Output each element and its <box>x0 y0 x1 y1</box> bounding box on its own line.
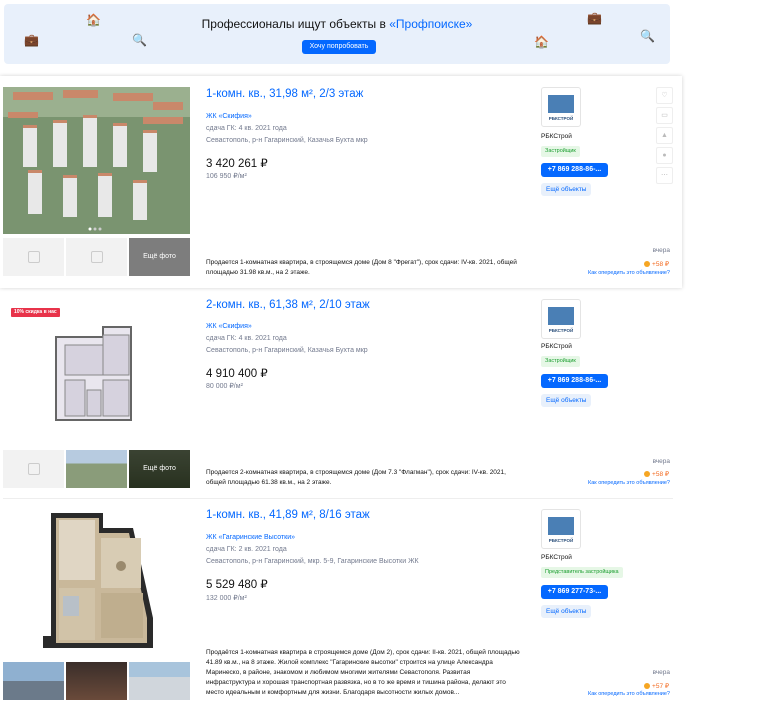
listing-photo[interactable] <box>3 87 190 234</box>
promo-banner: 💼 🏠 🔍 🏠 💼 🔍 Профессионалы ищут объекты в… <box>4 4 670 64</box>
auction-icon <box>644 471 651 478</box>
listing-photo[interactable] <box>3 305 190 445</box>
description: Продаётся 1-комнатная квартира в строяще… <box>206 649 520 696</box>
building-icon <box>548 307 574 325</box>
photo-thumb[interactable] <box>66 238 127 276</box>
deadline-text: сдача ГК: 4 кв. 2021 года <box>206 335 287 342</box>
auction-bet[interactable]: +58 ₽ <box>644 260 669 268</box>
action-icons: ♡ ▭ ▲ ● ⋯ <box>656 87 673 187</box>
photo-placeholder-icon <box>91 251 103 263</box>
listing-title[interactable]: 2-комн. кв., 61,38 м², 2/10 этаж <box>206 299 370 311</box>
agent-badge: Застройщик <box>541 356 580 367</box>
agent-logo[interactable]: РБКСТРОЙ <box>541 509 581 549</box>
howto-link[interactable]: Как опередить это объявление? <box>588 691 670 697</box>
divider <box>3 498 673 499</box>
phone-button[interactable]: +7 869 288-86-... <box>541 374 608 388</box>
price: 5 529 480 ₽ <box>206 579 268 591</box>
description: Продается 1-комнатная квартира, в строящ… <box>206 259 517 276</box>
listing-title[interactable]: 1-комн. кв., 31,98 м², 2/3 этаж <box>206 88 363 100</box>
agent-logo[interactable]: РБКСТРОЙ <box>541 87 581 127</box>
price: 4 910 400 ₽ <box>206 368 268 380</box>
pin-icon[interactable]: ● <box>656 147 673 164</box>
price-per-sqm: 106 950 ₽/м² <box>206 173 247 180</box>
auction-bet[interactable]: +57 ₽ <box>644 682 669 690</box>
house-icon: 🏠 <box>534 35 549 49</box>
heart-icon[interactable]: ♡ <box>656 87 673 104</box>
listing-date: вчера <box>652 458 670 465</box>
photo-placeholder-icon <box>28 463 40 475</box>
agent-name[interactable]: РБКСтрой <box>541 133 572 140</box>
listing-card[interactable]: Ещё фото 1-комн. кв., 31,98 м², 2/3 этаж… <box>0 76 682 288</box>
building-icon <box>548 95 574 113</box>
complex-link[interactable]: ЖК «Гагаринские Высотки» <box>206 534 295 541</box>
address-text[interactable]: Севастополь, р-н Гагаринский, Казачья Бу… <box>206 137 368 144</box>
phone-button[interactable]: +7 869 288-86-... <box>541 163 608 177</box>
deadline-text: сдача ГК: 2 кв. 2021 года <box>206 546 287 553</box>
deadline-text: сдача ГК: 4 кв. 2021 года <box>206 125 287 132</box>
magnifier-icon: 🔍 <box>640 29 655 43</box>
phone-button[interactable]: +7 869 277-73-... <box>541 585 608 599</box>
photo-thumb[interactable] <box>129 662 190 700</box>
howto-link[interactable]: Как опередить это объявление? <box>588 270 670 276</box>
listing-title[interactable]: 1-комн. кв., 41,89 м², 8/16 этаж <box>206 509 370 521</box>
auction-icon <box>644 261 651 268</box>
description: Продается 2-комнатная квартира, в строящ… <box>206 469 506 486</box>
listing-date: вчера <box>652 247 670 254</box>
howto-link[interactable]: Как опередить это объявление? <box>588 480 670 486</box>
photo-thumb[interactable] <box>66 450 127 488</box>
agent-name[interactable]: РБКСтрой <box>541 343 572 350</box>
magnifier-icon: 🔍 <box>132 33 147 47</box>
more-objects-button[interactable]: Ещё объекты <box>541 183 592 196</box>
price: 3 420 261 ₽ <box>206 158 268 170</box>
briefcase-icon: 💼 <box>24 33 39 47</box>
compare-icon[interactable]: ▲ <box>656 127 673 144</box>
photo-thumb[interactable] <box>3 450 64 488</box>
photo-placeholder-icon <box>28 251 40 263</box>
complex-link[interactable]: ЖК «Скифия» <box>206 323 252 330</box>
listing-card[interactable]: 10% скидка в нас Ещё фото 2-комн. кв., 6… <box>0 295 682 495</box>
more-photos-button[interactable]: Ещё фото <box>129 450 190 488</box>
try-button[interactable]: Хочу попробовать <box>302 40 376 54</box>
listing-card[interactable]: 1-комн. кв., 41,89 м², 8/16 этаж ЖК «Гаг… <box>0 503 682 713</box>
banner-title: Профессионалы ищут объекты в «Профпоиске… <box>201 17 473 31</box>
listing-date: вчера <box>652 669 670 676</box>
auction-icon <box>644 683 651 690</box>
price-per-sqm: 132 000 ₽/м² <box>206 595 247 602</box>
building-icon <box>548 517 574 535</box>
more-objects-button[interactable]: Ещё объекты <box>541 394 592 407</box>
note-icon[interactable]: ▭ <box>656 107 673 124</box>
agent-badge: Застройщик <box>541 146 580 157</box>
photo-thumb[interactable] <box>3 238 64 276</box>
complex-link[interactable]: ЖК «Скифия» <box>206 113 252 120</box>
auction-bet[interactable]: +58 ₽ <box>644 470 669 478</box>
agent-badge: Представитель застройщика <box>541 567 623 578</box>
discount-badge: 10% скидка в нас <box>11 308 60 317</box>
more-photos-button[interactable]: Ещё фото <box>129 238 190 276</box>
photo-thumb[interactable] <box>3 662 64 700</box>
address-text[interactable]: Севастополь, р-н Гагаринский, мкр. 5-9, … <box>206 558 419 565</box>
price-per-sqm: 80 000 ₽/м² <box>206 383 243 390</box>
listing-photo[interactable] <box>3 508 190 656</box>
more-objects-button[interactable]: Ещё объекты <box>541 605 592 618</box>
address-text[interactable]: Севастополь, р-н Гагаринский, Казачья Бу… <box>206 347 368 354</box>
more-icon[interactable]: ⋯ <box>656 167 673 184</box>
photo-thumb[interactable] <box>66 662 127 700</box>
agent-name[interactable]: РБКСтрой <box>541 554 572 561</box>
agent-logo[interactable]: РБКСТРОЙ <box>541 299 581 339</box>
